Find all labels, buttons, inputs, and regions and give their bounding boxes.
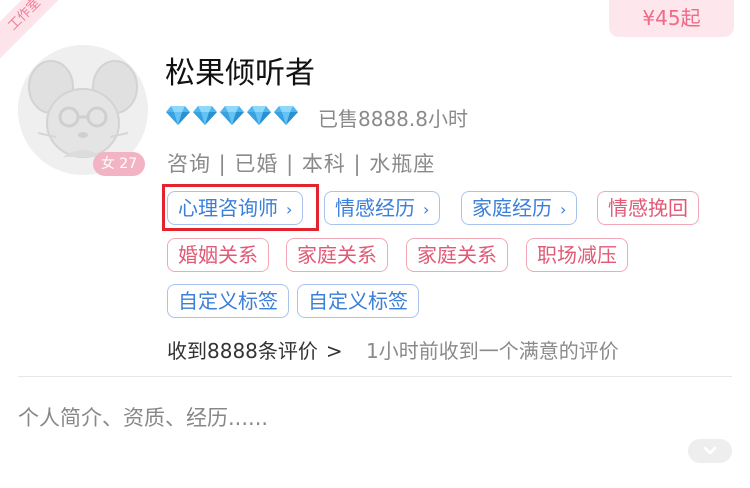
diamond-icon — [273, 102, 299, 128]
diamond-rating — [165, 102, 299, 130]
diamond-icon — [192, 102, 218, 128]
expand-button[interactable] — [688, 439, 732, 463]
intro-text: 个人简介、资质、经历...... — [18, 406, 269, 430]
tag-emotional-experience[interactable]: 情感经历 › — [324, 191, 441, 225]
tag-label: 职场减压 — [537, 243, 617, 267]
chevron-down-icon — [703, 446, 717, 455]
tag-label: 自定义标签 — [178, 289, 278, 313]
tag-family-relation-1[interactable]: 家庭关系 — [286, 238, 388, 272]
tag-label: 情感经历 — [335, 196, 415, 220]
tag-label: 家庭关系 — [417, 243, 497, 267]
tag-custom-1[interactable]: 自定义标签 — [167, 284, 289, 318]
tag-label: 婚姻关系 — [178, 243, 258, 267]
profile-info: 咨询 | 已婚 | 本科 | 水瓶座 — [167, 152, 436, 176]
diamond-icon — [219, 102, 245, 128]
price-badge[interactable]: ¥45起 — [609, 0, 734, 37]
tag-label: 情感挽回 — [608, 196, 688, 220]
tag-marriage[interactable]: 婚姻关系 — [167, 238, 269, 272]
tag-custom-2[interactable]: 自定义标签 — [297, 284, 419, 318]
diamond-icon — [246, 102, 272, 128]
tag-family-experience[interactable]: 家庭经历 › — [461, 191, 578, 225]
tag-workplace-stress[interactable]: 职场减压 — [526, 238, 628, 272]
tag-relationship-recovery[interactable]: 情感挽回 — [597, 191, 699, 225]
tag-label: 自定义标签 — [308, 289, 408, 313]
tag-family-relation-2[interactable]: 家庭关系 — [406, 238, 508, 272]
latest-review: 1小时前收到一个满意的评价 — [366, 339, 619, 363]
gender-age-badge: 女 27 — [93, 152, 145, 176]
chevron-right-icon: › — [560, 200, 567, 219]
divider — [18, 376, 732, 377]
chevron-right-icon: › — [423, 200, 430, 219]
sold-hours: 已售8888.8小时 — [318, 107, 468, 131]
reviews-link[interactable]: 收到8888条评价 > — [167, 335, 359, 364]
selection-highlight — [162, 184, 319, 231]
diamond-icon — [165, 102, 191, 128]
review-count: 收到8888条评价 — [167, 339, 318, 363]
chevron-right-icon: > — [325, 339, 343, 363]
tag-label: 家庭经历 — [472, 196, 552, 220]
tag-label: 家庭关系 — [297, 243, 377, 267]
counselor-name: 松果倾听者 — [165, 56, 315, 91]
